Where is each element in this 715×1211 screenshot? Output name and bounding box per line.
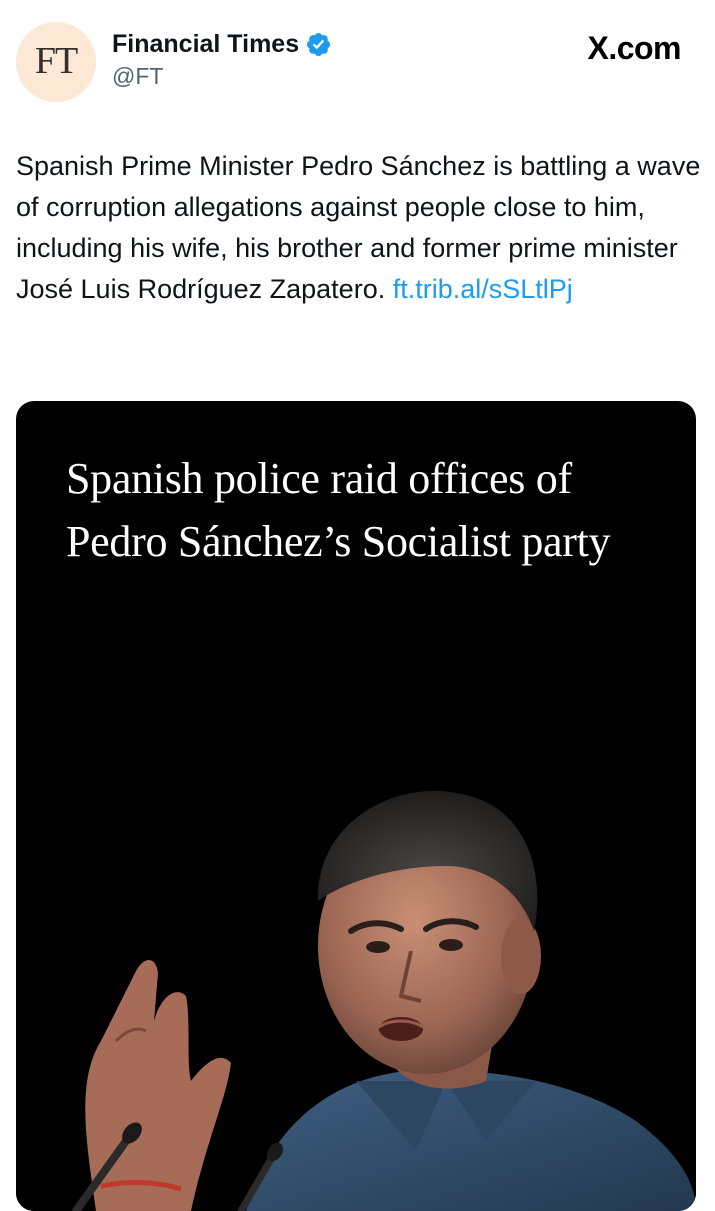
avatar[interactable]: FT bbox=[16, 22, 96, 102]
author-info: Financial Times @FT bbox=[112, 30, 332, 90]
tweet-text: Spanish Prime Minister Pedro Sánchez is … bbox=[16, 146, 701, 310]
tweet-header: FT Financial Times @FT X.com bbox=[16, 22, 699, 106]
article-headline: Spanish police raid offices of Pedro Sán… bbox=[66, 454, 611, 566]
tweet-link[interactable]: ft.trib.al/sSLtlPj bbox=[393, 274, 573, 304]
speaker-photo bbox=[16, 781, 696, 1211]
x-com-brand-label: X.com bbox=[587, 30, 681, 66]
author-display-name[interactable]: Financial Times bbox=[112, 30, 299, 59]
verified-badge-icon bbox=[305, 31, 332, 58]
author-handle[interactable]: @FT bbox=[112, 63, 332, 90]
author-name-row: Financial Times bbox=[112, 30, 332, 59]
tweet-body: Spanish Prime Minister Pedro Sánchez is … bbox=[16, 151, 701, 304]
avatar-logo-text: FT bbox=[34, 40, 78, 82]
media-card[interactable]: Spanish police raid offices of Pedro Sán… bbox=[16, 401, 696, 1211]
